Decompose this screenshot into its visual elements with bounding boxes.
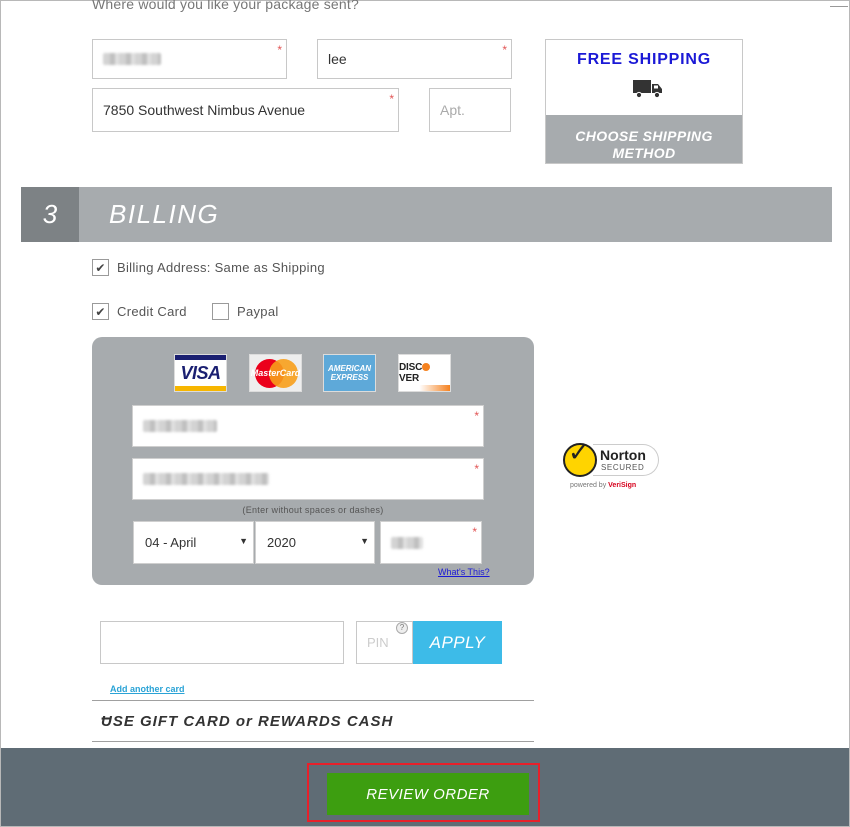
card-number-hint: (Enter without spaces or dashes) (242, 505, 384, 515)
card-number-field[interactable]: * (132, 458, 484, 500)
gift-card-section-toggle[interactable]: USE GIFT CARD or REWARDS CASH – (92, 700, 534, 742)
help-icon[interactable]: ? (396, 622, 408, 634)
discover-text-a: DISC (399, 362, 423, 373)
same-as-shipping-label: Billing Address: Same as Shipping (117, 260, 325, 275)
apt-placeholder: Apt. (440, 102, 465, 118)
first-name-field[interactable]: * (92, 39, 287, 79)
chevron-down-icon: ▼ (360, 536, 369, 546)
discover-logo: DISCVER (398, 354, 451, 392)
street-address-value: 7850 Southwest Nimbus Avenue (103, 102, 306, 118)
review-order-highlight: REVIEW ORDER (307, 763, 540, 822)
choose-shipping-line1: CHOOSE SHIPPING (575, 128, 713, 144)
section-number: 3 (21, 187, 79, 242)
collapse-icon[interactable]: – (101, 707, 526, 730)
redacted-cardholder-name (143, 420, 217, 432)
apply-button[interactable]: APPLY (413, 621, 502, 664)
discover-text-b: VER (399, 373, 419, 384)
paypal-option[interactable]: Paypal (212, 303, 279, 320)
credit-card-checkbox[interactable]: ✔ (92, 303, 109, 320)
credit-card-panel: VISA MasterCard AMERICAN EXPRESS DISCVER… (92, 337, 534, 585)
required-marker: * (277, 43, 282, 57)
norton-secured-text: SECURED (601, 463, 645, 472)
norton-checkmark: ✓ (568, 437, 590, 467)
checkout-footer: REVIEW ORDER (1, 748, 849, 826)
chevron-down-icon: ▼ (239, 536, 248, 546)
norton-powered-prefix: powered by (570, 482, 609, 489)
add-another-card-link[interactable]: Add another card (110, 684, 185, 694)
required-marker: * (472, 525, 477, 539)
amex-line1: AMERICAN (327, 364, 372, 373)
mastercard-logo: MasterCard (249, 354, 302, 392)
expiry-year-value: 2020 (267, 535, 296, 550)
truck-icon (633, 80, 662, 98)
shipping-prompt: Where would you like your package sent? (92, 0, 359, 12)
visa-logo-text: VISA (180, 362, 221, 383)
billing-section-header: 3 BILLING (21, 187, 832, 242)
redacted-cvv (391, 536, 423, 549)
free-shipping-label: FREE SHIPPING (577, 51, 711, 68)
choose-shipping-method-button[interactable]: CHOOSE SHIPPING METHOD (546, 115, 742, 163)
cvv-field[interactable]: * (380, 521, 482, 564)
amex-logo: AMERICAN EXPRESS (323, 354, 376, 392)
whats-this-link[interactable]: What's This? (438, 567, 490, 577)
checkmark-icon: ✔ (95, 260, 106, 275)
pin-placeholder: PIN (367, 635, 389, 650)
last-name-field[interactable]: lee * (317, 39, 512, 79)
review-order-button[interactable]: REVIEW ORDER (327, 773, 529, 815)
credit-card-option[interactable]: ✔ Credit Card (92, 303, 187, 320)
expiry-year-select[interactable]: 2020 ▼ (255, 521, 375, 564)
gift-card-pin-input[interactable]: PIN ? (356, 621, 413, 664)
required-marker: * (389, 92, 394, 106)
checkmark-icon: ✔ (95, 304, 106, 319)
paypal-checkbox[interactable] (212, 303, 229, 320)
street-address-field[interactable]: 7850 Southwest Nimbus Avenue * (92, 88, 399, 132)
gift-card-number-input[interactable] (100, 621, 344, 664)
redacted-first-name (103, 53, 161, 65)
section-title: BILLING (109, 199, 220, 229)
visa-logo: VISA (174, 354, 227, 392)
expiry-month-value: 04 - April (145, 535, 197, 550)
redacted-card-number (143, 473, 269, 485)
last-name-value: lee (328, 51, 347, 67)
paypal-label: Paypal (237, 304, 279, 319)
shipping-method-box: FREE SHIPPING CHOOSE SHIPPING METHOD (545, 39, 743, 164)
required-marker: * (474, 462, 479, 476)
same-as-shipping-option[interactable]: ✔ Billing Address: Same as Shipping (92, 259, 325, 276)
apt-field[interactable]: Apt. (429, 88, 511, 132)
credit-card-label: Credit Card (117, 304, 187, 319)
mastercard-logo-text: MasterCard (250, 368, 301, 378)
same-as-shipping-checkbox[interactable]: ✔ (92, 259, 109, 276)
norton-powered-brand: VeriSign (608, 482, 637, 489)
norton-secured-seal: ✓ Norton SECURED powered by VeriSign (563, 437, 663, 495)
divider (830, 6, 848, 7)
amex-line2: EXPRESS (330, 373, 369, 382)
required-marker: * (502, 43, 507, 57)
required-marker: * (474, 409, 479, 423)
cardholder-name-field[interactable]: * (132, 405, 484, 447)
norton-powered-by: powered by VeriSign (570, 482, 636, 489)
choose-shipping-line2: METHOD (612, 145, 676, 161)
norton-name: Norton (600, 447, 646, 463)
expiry-month-select[interactable]: 04 - April ▼ (133, 521, 254, 564)
